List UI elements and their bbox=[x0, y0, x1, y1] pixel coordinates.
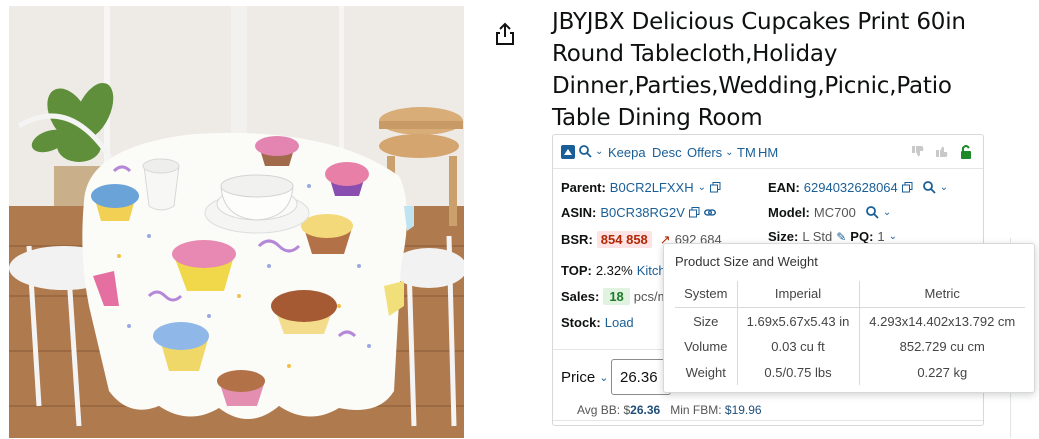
keepa-logo-button[interactable] bbox=[561, 145, 575, 159]
top-value: 2.32% bbox=[595, 263, 633, 278]
model-row: Model: MC700 ⌄ bbox=[768, 205, 891, 220]
cell-imperial: 0.03 cu ft bbox=[737, 333, 860, 359]
ean-row: EAN: 6294032628064 ⌄ bbox=[768, 180, 948, 195]
size-weight-popover: Product Size and Weight System Imperial … bbox=[663, 243, 1035, 393]
cell-system: Weight bbox=[675, 359, 738, 385]
min-fbm-value: $19.96 bbox=[724, 403, 762, 417]
thumbs-down-icon bbox=[912, 146, 924, 157]
chevron-down-icon: ⌄ bbox=[725, 147, 734, 158]
link-icon[interactable] bbox=[703, 207, 716, 218]
avg-bb-label: Avg BB: bbox=[577, 403, 621, 417]
price-dropdown[interactable]: Price ⌄ bbox=[561, 369, 608, 386]
product-title: JBYJBX Delicious Cupcakes Print 60in Rou… bbox=[552, 9, 966, 131]
price-input[interactable] bbox=[611, 359, 671, 395]
top-category-link[interactable]: Kitch bbox=[637, 263, 666, 278]
table-row: Weight 0.5/0.75 lbs 0.227 kg bbox=[675, 359, 1025, 385]
column-header-imperial: Imperial bbox=[737, 281, 860, 308]
keepa-link[interactable]: Keepa bbox=[608, 145, 646, 160]
cell-imperial: 0.5/0.75 lbs bbox=[737, 359, 860, 385]
divider bbox=[553, 420, 983, 421]
pq-label: PQ: bbox=[850, 229, 874, 244]
chevron-down-icon: ⌄ bbox=[599, 372, 609, 384]
min-fbm-label: Min FBM: bbox=[670, 403, 722, 417]
copy-icon[interactable] bbox=[901, 182, 913, 193]
stock-load-link[interactable]: Load bbox=[605, 315, 634, 330]
cell-system: Size bbox=[675, 307, 738, 333]
sales-label: Sales: bbox=[561, 289, 600, 304]
copy-icon[interactable] bbox=[688, 207, 700, 218]
search-icon[interactable] bbox=[865, 206, 879, 219]
chevron-down-icon[interactable]: ⌄ bbox=[889, 231, 897, 242]
tablecloth-photo bbox=[9, 6, 464, 438]
avg-prices: Avg BB: $26.36 Min FBM: $19.96 bbox=[577, 403, 762, 417]
parent-label: Parent: bbox=[561, 180, 606, 195]
table-row: Size 1.69x5.67x5.43 in 4.293x14.402x13.7… bbox=[675, 307, 1025, 333]
search-icon[interactable] bbox=[922, 181, 936, 194]
asin-label: ASIN: bbox=[561, 205, 597, 220]
size-row: Size: L Std ✎ PQ: 1 ⌄ bbox=[768, 229, 897, 244]
chevron-down-icon[interactable]: ⌄ bbox=[698, 182, 706, 193]
unlock-icon bbox=[961, 145, 971, 159]
cell-imperial: 1.69x5.67x5.43 in bbox=[737, 307, 860, 333]
asin-row: ASIN: B0CR38RG2V bbox=[561, 205, 716, 220]
edit-icon[interactable]: ✎ bbox=[836, 230, 846, 244]
share-button[interactable] bbox=[494, 22, 516, 46]
parent-row: Parent: B0CR2LFXXH ⌄ bbox=[561, 180, 721, 195]
size-weight-table: System Imperial Metric Size 1.69x5.67x5.… bbox=[675, 281, 1025, 385]
toolbar-divider bbox=[553, 168, 983, 169]
model-value: MC700 bbox=[813, 205, 856, 220]
tm-link[interactable]: TM bbox=[737, 145, 756, 160]
top-row: TOP: 2.32% Kitch bbox=[561, 263, 666, 278]
cell-system: Volume bbox=[675, 333, 738, 359]
chevron-down-icon[interactable]: ⌄ bbox=[883, 207, 891, 218]
offers-label: Offers bbox=[687, 145, 723, 160]
asin-link[interactable]: B0CR38RG2V bbox=[600, 205, 685, 220]
ean-label: EAN: bbox=[768, 180, 800, 195]
stock-label: Stock: bbox=[561, 315, 601, 330]
hm-link[interactable]: HM bbox=[758, 145, 778, 160]
avg-bb-value: 26.36 bbox=[630, 403, 661, 417]
top-label: TOP: bbox=[561, 263, 592, 278]
thumbs-down-button[interactable] bbox=[911, 145, 925, 158]
column-header-metric: Metric bbox=[859, 281, 1025, 308]
price-label: Price bbox=[561, 369, 596, 386]
size-label: Size: bbox=[768, 229, 799, 244]
stock-row: Stock: Load bbox=[561, 315, 634, 330]
search-icon bbox=[579, 145, 592, 158]
keepa-search-dropdown[interactable]: ⌄ bbox=[579, 145, 603, 158]
product-image[interactable] bbox=[9, 6, 464, 438]
cell-metric: 0.227 kg bbox=[917, 364, 968, 380]
ean-link[interactable]: 6294032628064 bbox=[804, 180, 898, 195]
size-value[interactable]: L Std bbox=[802, 229, 832, 244]
keepa-toolbar: ⌄ Keepa Desc Offers ⌄ TM HM bbox=[561, 145, 975, 165]
bsr-value: 854 858 bbox=[596, 231, 652, 248]
bsr-label: BSR: bbox=[561, 232, 593, 247]
copy-icon[interactable] bbox=[710, 182, 721, 193]
pq-value: 1 bbox=[877, 229, 885, 244]
thumbs-up-button[interactable] bbox=[935, 145, 949, 158]
parent-asin-link[interactable]: B0CR2LFXXH bbox=[610, 180, 694, 195]
table-header-row: System Imperial Metric bbox=[675, 281, 1025, 308]
cell-metric: 852.729 cu cm bbox=[899, 338, 985, 354]
keepa-logo-icon bbox=[561, 145, 575, 159]
unlock-button[interactable] bbox=[959, 145, 973, 159]
desc-link[interactable]: Desc bbox=[652, 145, 682, 160]
share-icon bbox=[496, 22, 514, 45]
chevron-down-icon: ⌄ bbox=[595, 146, 604, 157]
cell-metric: 4.293x14.402x13.792 cm bbox=[869, 313, 1016, 329]
model-label: Model: bbox=[768, 205, 810, 220]
thumbs-up-icon bbox=[936, 146, 948, 157]
chevron-down-icon[interactable]: ⌄ bbox=[940, 182, 948, 193]
popover-title: Product Size and Weight bbox=[675, 254, 818, 269]
column-header-system: System bbox=[675, 281, 738, 308]
sales-value: 18 bbox=[603, 288, 630, 305]
table-row: Volume 0.03 cu ft 852.729 cu cm bbox=[675, 333, 1025, 359]
offers-dropdown[interactable]: Offers ⌄ bbox=[687, 145, 734, 160]
sales-row: Sales: 18 pcs/m bbox=[561, 288, 668, 305]
